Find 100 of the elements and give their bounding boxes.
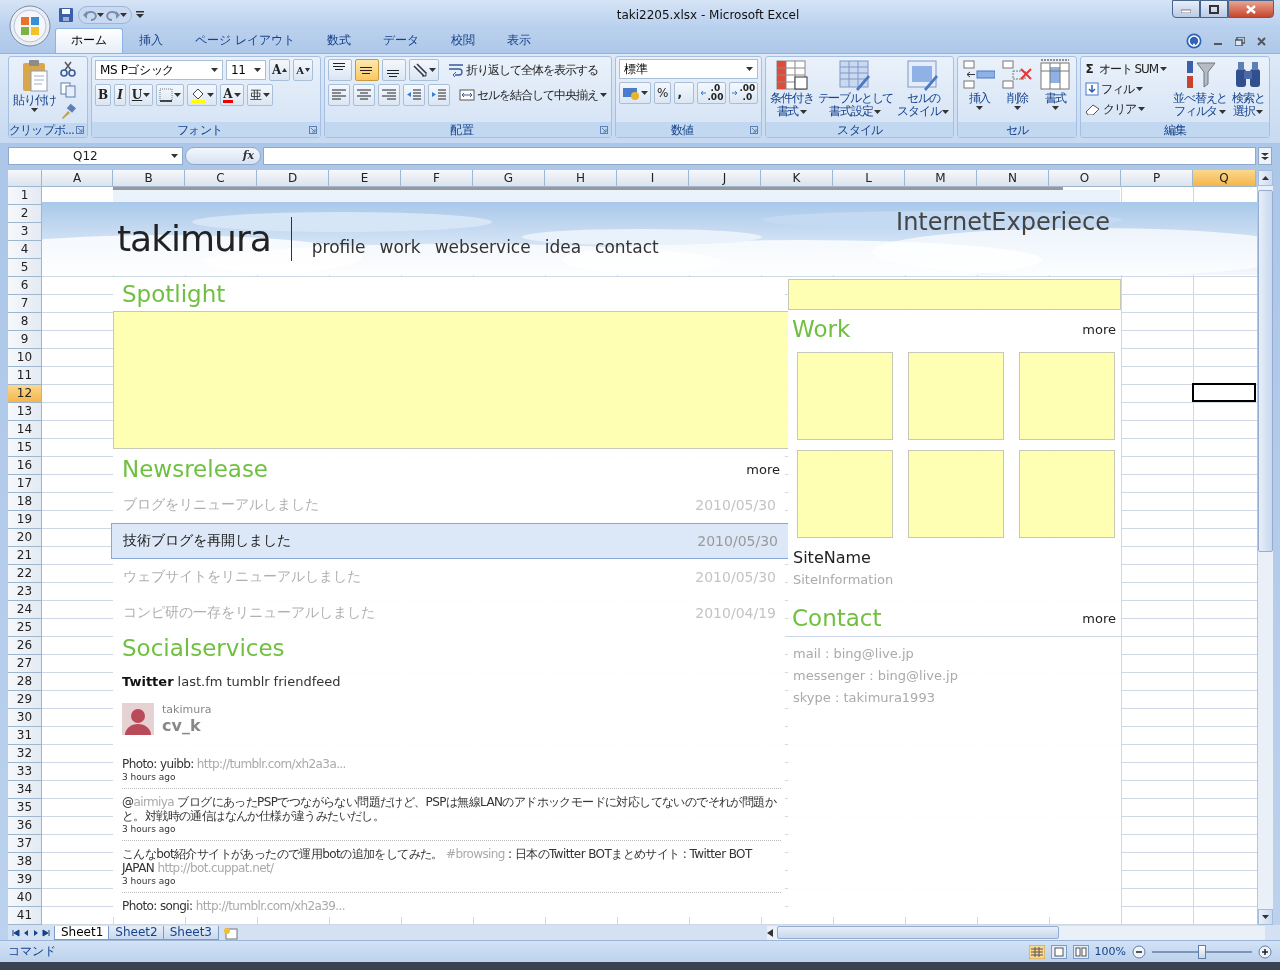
site-logo[interactable]: takimura [117,218,271,260]
ribbon-tab[interactable]: 表示 [490,28,547,54]
office-logo-icon[interactable] [9,5,51,47]
horizontal-scrollbar[interactable] [767,925,1265,940]
row-header[interactable]: 20 [8,529,42,548]
column-header[interactable]: M [905,170,977,188]
format-cells-button[interactable]: 書式 [1037,59,1074,121]
row-header[interactable]: 6 [8,277,42,296]
insert-sheet-icon[interactable] [223,927,239,941]
copy-button[interactable] [59,80,78,101]
column-header[interactable]: B [113,170,185,188]
row-header[interactable]: 10 [8,349,42,368]
customize-button[interactable] [136,10,144,19]
row-header[interactable]: 7 [8,295,42,314]
borders-button[interactable] [156,84,185,107]
row-header[interactable]: 11 [8,367,42,386]
work-thumbnail[interactable] [1019,352,1115,441]
row-header[interactable]: 28 [8,673,42,692]
formula-field[interactable] [263,146,1256,165]
ribbon-tab[interactable]: 校閲 [434,28,491,54]
row-header[interactable]: 25 [8,619,42,638]
format-painter-button[interactable] [59,101,78,122]
sort-filter-button[interactable]: 並べ替えと フィルタ [1172,59,1229,121]
row-header[interactable]: 12 [8,385,42,404]
phonetic-button[interactable]: 亜 [246,84,273,107]
nav-link[interactable]: work [379,237,421,258]
bold-button[interactable]: B [95,84,112,107]
redo-button[interactable] [106,8,127,21]
column-header[interactable]: P [1121,170,1193,188]
row-header[interactable]: 29 [8,691,42,710]
comma-button[interactable]: , [674,82,695,105]
row-header[interactable]: 8 [8,313,42,332]
news-item[interactable]: 技術ブログを再開しました 2010/05/30 [111,523,791,560]
selected-cell[interactable] [1192,383,1256,403]
zoom-out-icon[interactable] [1132,944,1146,959]
expand-formula-button[interactable] [1258,146,1272,165]
ribbon-tab[interactable]: 数式 [310,28,367,54]
work-thumbnail[interactable] [908,352,1004,441]
row-header[interactable]: 37 [8,835,42,854]
column-header[interactable]: L [833,170,905,188]
previous-sheet-icon[interactable] [22,928,30,937]
percent-button[interactable]: % [654,82,672,105]
grow-font-button[interactable]: A [269,59,291,82]
dialog-launcher-icon[interactable] [76,126,85,135]
ribbon-tab[interactable]: ページ レイアウト [179,28,311,54]
delete-cells-button[interactable]: 削除 [999,59,1036,121]
screen-name[interactable]: cv_k [162,716,212,736]
row-header[interactable]: 35 [8,799,42,818]
find-select-button[interactable]: 検索と 選択 [1230,59,1267,121]
currency-button[interactable] [619,82,652,105]
row-header[interactable]: 22 [8,565,42,584]
row-header[interactable]: 26 [8,637,42,656]
social-tab[interactable]: friendfeed [273,673,341,689]
row-header[interactable]: 5 [8,259,42,278]
row-header[interactable]: 38 [8,853,42,872]
font-size-field[interactable]: 11 [226,60,267,81]
row-header[interactable]: 39 [8,871,42,890]
minimize-button[interactable] [1172,0,1200,18]
more-link[interactable]: more [746,461,780,477]
dialog-launcher-icon[interactable] [309,125,318,134]
zoom-slider-thumb[interactable] [1198,944,1206,959]
row-header[interactable]: 19 [8,511,42,530]
row-header[interactable]: 34 [8,781,42,800]
up-arrow-icon[interactable] [1262,176,1269,181]
decrease-decimal-button[interactable]: .00 .0 [729,82,759,105]
cut-button[interactable] [59,59,78,80]
column-header[interactable]: G [473,170,545,188]
format-as-table-button[interactable]: テーブルとして 書式設定 [816,59,895,121]
row-header[interactable]: 1 [8,187,42,206]
name-box[interactable]: Q12 [8,146,183,165]
ribbon-tab[interactable]: データ [366,28,435,54]
nav-link[interactable]: contact [595,237,659,258]
column-header[interactable]: H [545,170,617,188]
italic-button[interactable]: I [114,84,126,107]
dialog-launcher-icon[interactable] [750,125,759,134]
row-header[interactable]: 24 [8,601,42,620]
column-header[interactable]: C [185,170,257,188]
row-header[interactable]: 9 [8,331,42,350]
row-header[interactable]: 30 [8,709,42,728]
row-header[interactable]: 2 [8,205,42,224]
row-header[interactable]: 17 [8,475,42,494]
first-sheet-icon[interactable] [12,928,20,937]
increase-decimal-button[interactable]: .0 .00 [697,82,727,105]
column-header[interactable]: N [977,170,1049,188]
column-header[interactable]: I [617,170,689,188]
autosum-button[interactable]: Σ オート SUM [1084,59,1169,80]
column-header[interactable]: K [761,170,833,188]
work-thumbnail[interactable] [908,450,1004,539]
bottom-align-button[interactable] [382,59,407,82]
zoom-in-icon[interactable] [1258,944,1272,959]
ribbon-tab[interactable]: ホーム [55,28,123,54]
fill-color-button[interactable] [187,84,218,107]
maximize-button[interactable] [1200,0,1228,18]
undo-button[interactable] [83,8,104,21]
row-header[interactable]: 41 [8,907,42,926]
column-header[interactable]: O [1049,170,1121,188]
font-color-button[interactable]: A [220,84,244,107]
clear-button[interactable]: クリア [1084,99,1169,120]
row-header[interactable]: 4 [8,241,42,260]
close-button[interactable] [1228,0,1274,18]
